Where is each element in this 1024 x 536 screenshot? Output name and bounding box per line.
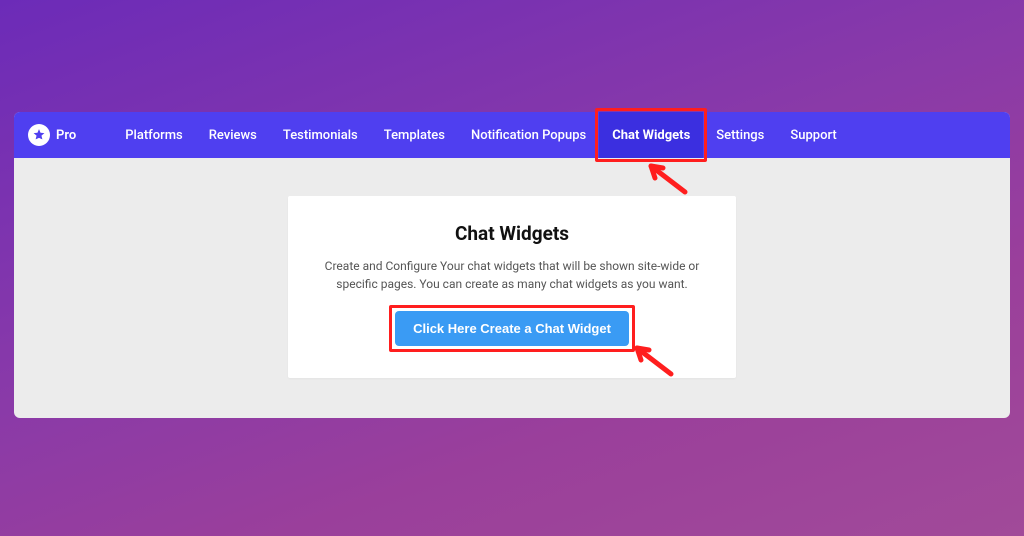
nav-item-templates[interactable]: Templates: [371, 112, 458, 158]
chat-widgets-panel: Chat Widgets Create and Configure Your c…: [288, 196, 736, 378]
brand-label: Pro: [56, 128, 76, 143]
nav-item-reviews[interactable]: Reviews: [196, 112, 270, 158]
panel-title: Chat Widgets: [318, 222, 706, 245]
nav-items: Platforms Reviews Testimonials Templates…: [112, 112, 850, 158]
content-area: Chat Widgets Create and Configure Your c…: [14, 158, 1010, 408]
nav-item-notification-popups[interactable]: Notification Popups: [458, 112, 599, 158]
nav-item-chat-widgets[interactable]: Chat Widgets: [599, 112, 703, 158]
nav-item-support[interactable]: Support: [777, 112, 849, 158]
nav-item-settings[interactable]: Settings: [703, 112, 777, 158]
star-logo-icon: [28, 124, 50, 146]
nav-item-platforms[interactable]: Platforms: [112, 112, 196, 158]
app-window: Pro Platforms Reviews Testimonials Templ…: [14, 112, 1010, 418]
cta-wrap: Click Here Create a Chat Widget: [395, 311, 629, 346]
top-nav: Pro Platforms Reviews Testimonials Templ…: [14, 112, 1010, 158]
nav-item-testimonials[interactable]: Testimonials: [270, 112, 371, 158]
create-chat-widget-button[interactable]: Click Here Create a Chat Widget: [395, 311, 629, 346]
brand[interactable]: Pro: [28, 124, 76, 146]
panel-description: Create and Configure Your chat widgets t…: [318, 257, 706, 293]
